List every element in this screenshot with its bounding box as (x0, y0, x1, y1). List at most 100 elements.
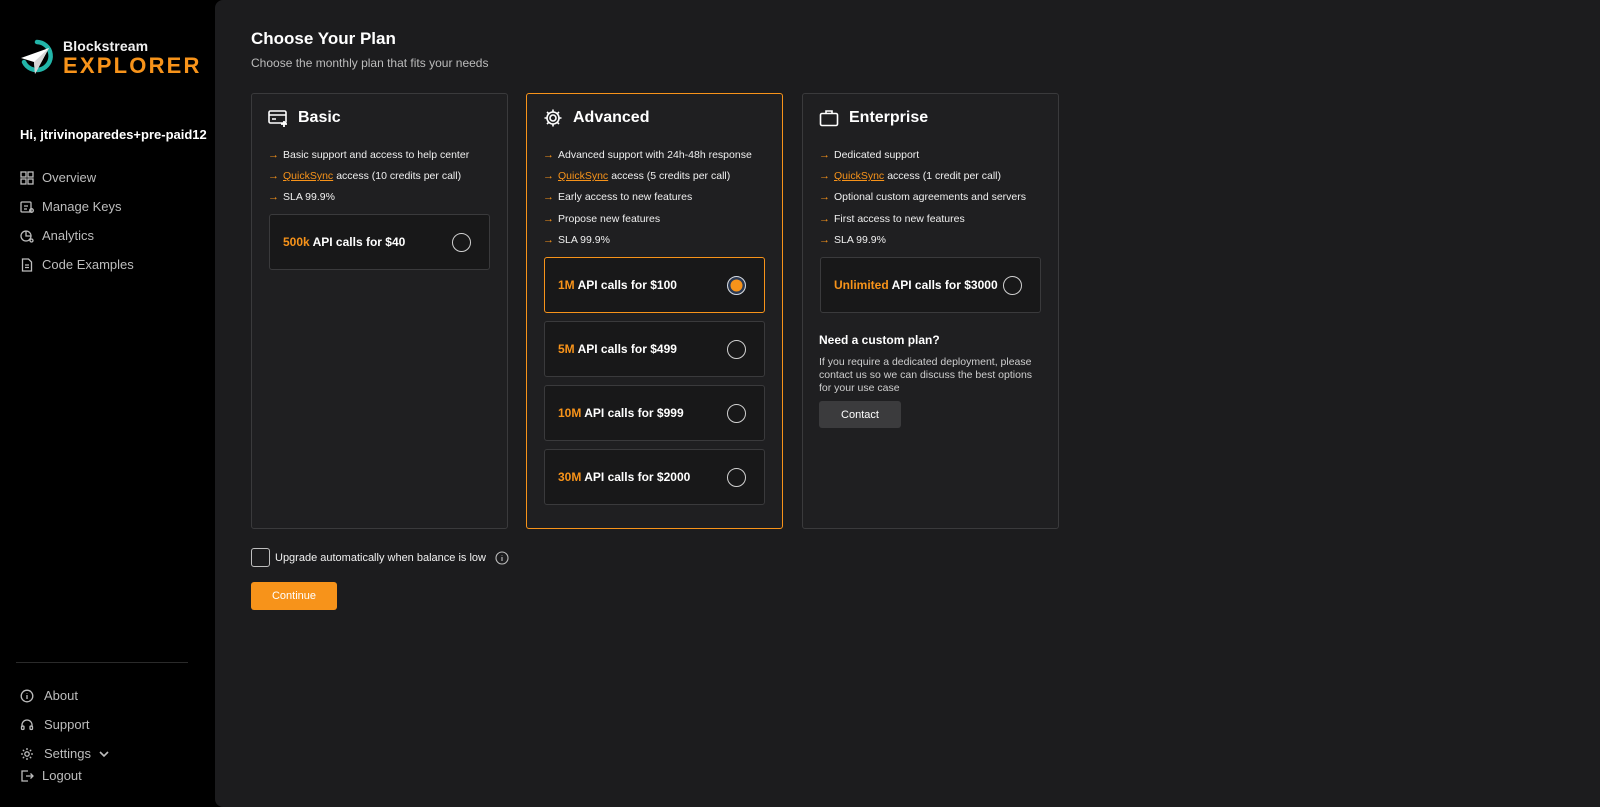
logout-label: Logout (42, 768, 82, 783)
nav-label: Support (44, 717, 90, 732)
option-amount: 30M (558, 470, 582, 484)
nav-item-code-examples[interactable]: Code Examples (20, 250, 134, 279)
feature-item: → QuickSync access (10 credits per call) (268, 165, 469, 186)
custom-plan-text: If you require a dedicated deployment, p… (819, 356, 1033, 394)
brand-product: EXPLORER (63, 53, 202, 78)
plan-option-10m[interactable]: 10M API calls for $999 (544, 385, 765, 441)
plan-option-30m[interactable]: 30M API calls for $2000 (544, 449, 765, 505)
plan-name: Basic (298, 109, 341, 126)
arrow-right-icon: → (819, 191, 830, 204)
option-label: 1M API calls for $100 (558, 278, 677, 292)
plan-option-5m[interactable]: 5M API calls for $499 (544, 321, 765, 377)
arrow-right-icon: → (543, 148, 554, 161)
feature-item: → Advanced support with 24h-48h response (543, 144, 752, 165)
headset-icon (20, 718, 34, 730)
radio-button-selected[interactable] (727, 276, 746, 295)
quicksync-link[interactable]: QuickSync (558, 170, 608, 182)
blockstream-logo-icon (21, 39, 53, 74)
quicksync-link[interactable]: QuickSync (834, 170, 884, 182)
feature-text: Optional custom agreements and servers (834, 191, 1027, 204)
plan-option-500k[interactable]: 500k API calls for $40 (269, 214, 490, 270)
plan-card-advanced[interactable]: Advanced → Advanced support with 24h-48h … (526, 93, 783, 529)
feature-text: SLA 99.9% (283, 191, 335, 204)
logout-icon (21, 769, 34, 782)
feature-text: access (5 credits per call) (611, 170, 731, 183)
chevron-down-icon (99, 750, 109, 757)
brand-name: Blockstream (63, 38, 149, 54)
gear-icon (544, 109, 562, 127)
feature-item: → Propose new features (543, 208, 752, 229)
feature-item: → SLA 99.9% (543, 230, 752, 251)
nav-label: Settings (44, 746, 91, 761)
nav-item-support[interactable]: Support (20, 710, 111, 739)
auto-upgrade-checkbox[interactable] (251, 548, 270, 567)
info-icon[interactable] (495, 550, 509, 565)
nav-item-manage-keys[interactable]: Manage Keys (20, 192, 134, 221)
plan-option-unlimited[interactable]: Unlimited API calls for $3000 (820, 257, 1041, 313)
option-label: 5M API calls for $499 (558, 342, 677, 356)
plan-name: Advanced (573, 109, 650, 126)
auto-upgrade-label: Upgrade automatically when balance is lo… (275, 551, 486, 564)
feature-text: Advanced support with 24h-48h response (558, 148, 752, 161)
feature-item: → Optional custom agreements and servers (819, 187, 1026, 208)
option-price: API calls for $40 (312, 235, 406, 249)
plan-card-enterprise[interactable]: Enterprise → Dedicated support → QuickSync… (802, 93, 1059, 529)
nav-item-settings[interactable]: Settings (20, 739, 111, 768)
contact-button[interactable]: Contact (819, 401, 901, 428)
feature-list: → Basic support and access to help center… (268, 144, 469, 208)
radio-button[interactable] (727, 340, 746, 359)
auto-upgrade-row: Upgrade automatically when balance is lo… (251, 548, 509, 567)
arrow-right-icon: → (268, 170, 279, 183)
nav-item-about[interactable]: About (20, 681, 111, 710)
keys-icon (20, 200, 34, 213)
plan-name: Enterprise (849, 109, 929, 126)
user-greeting: Hi, jtrivinoparedes+pre-paid12 (20, 127, 207, 142)
arrow-right-icon: → (268, 148, 279, 161)
option-price: API calls for $3000 (891, 278, 998, 292)
analytics-icon (20, 229, 34, 243)
plan-option-1m[interactable]: 1M API calls for $100 (544, 257, 765, 313)
main-nav: Overview Manage Keys Analytics Code Exam… (20, 163, 134, 279)
feature-item: → SLA 99.9% (268, 187, 469, 208)
sidebar: Blockstream EXPLORER Hi, jtrivinoparedes… (0, 0, 215, 807)
arrow-right-icon: → (819, 170, 830, 183)
nav-label: About (44, 688, 78, 703)
nav-item-overview[interactable]: Overview (20, 163, 134, 192)
continue-button[interactable]: Continue (251, 582, 337, 610)
page-subtitle: Choose the monthly plan that fits your n… (251, 56, 489, 70)
nav-item-analytics[interactable]: Analytics (20, 221, 134, 250)
arrow-right-icon: → (819, 212, 830, 225)
option-label: 500k API calls for $40 (283, 235, 405, 249)
feature-text: First access to new features (834, 212, 965, 225)
option-label: 10M API calls for $999 (558, 406, 684, 420)
radio-button[interactable] (727, 468, 746, 487)
option-amount: 500k (283, 235, 310, 249)
feature-item: → Basic support and access to help center (268, 144, 469, 165)
page-title: Choose Your Plan (251, 29, 396, 48)
main-content: Choose Your Plan Choose the monthly plan… (215, 0, 1600, 807)
option-label: Unlimited API calls for $3000 (834, 278, 998, 292)
option-amount: 1M (558, 278, 575, 292)
feature-item: → Early access to new features (543, 187, 752, 208)
briefcase-icon (819, 110, 839, 127)
feature-item: → First access to new features (819, 208, 1026, 229)
logout-link[interactable]: Logout (20, 768, 82, 783)
arrow-right-icon: → (543, 212, 554, 225)
quicksync-link[interactable]: QuickSync (283, 170, 333, 182)
nav-label: Overview (42, 170, 97, 185)
option-label: 30M API calls for $2000 (558, 470, 690, 484)
gear-icon (21, 747, 33, 760)
radio-button[interactable] (727, 404, 746, 423)
plan-card-basic[interactable]: Basic → Basic support and access to help … (251, 93, 508, 529)
option-price: API calls for $499 (577, 342, 677, 356)
feature-item: → QuickSync access (1 credit per call) (819, 165, 1026, 186)
radio-button[interactable] (452, 233, 471, 252)
arrow-right-icon: → (819, 234, 830, 247)
nav-label: Manage Keys (42, 199, 122, 214)
document-icon (21, 257, 33, 272)
feature-text: SLA 99.9% (558, 234, 610, 247)
brand-logo[interactable]: Blockstream EXPLORER (19, 38, 202, 78)
radio-button[interactable] (1003, 276, 1022, 295)
feature-list: → Advanced support with 24h-48h response … (543, 144, 752, 251)
sidebar-divider (16, 662, 188, 663)
